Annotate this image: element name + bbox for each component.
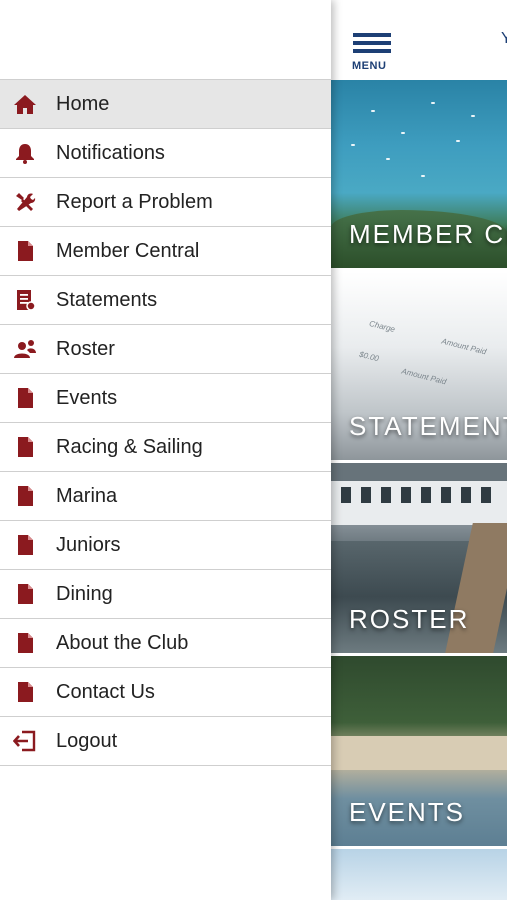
drawer-item-juniors[interactable]: Juniors	[0, 521, 331, 570]
statement-icon	[13, 289, 37, 311]
tile-caption: STATEMENTS	[349, 411, 507, 441]
drawer-item-notifications[interactable]: Notifications	[0, 129, 331, 178]
drawer-item-roster[interactable]: Roster	[0, 325, 331, 374]
menu-button[interactable]: MENU	[351, 31, 393, 75]
drawer-item-home[interactable]: Home	[0, 79, 331, 129]
drawer-item-label: Marina	[56, 485, 118, 507]
document-icon	[13, 632, 37, 654]
menu-label: MENU	[352, 60, 387, 72]
drawer-item-label: Home	[56, 93, 110, 115]
drawer-item-label: Juniors	[56, 534, 121, 556]
drawer-item-events[interactable]: Events	[0, 374, 331, 423]
drawer-item-label: Logout	[56, 730, 118, 752]
drawer-item-contact-us[interactable]: Contact Us	[0, 668, 331, 717]
home-icon	[13, 93, 37, 115]
tile-caption: MEMBER CENTRAL	[349, 219, 507, 249]
drawer-item-label: Contact Us	[56, 681, 155, 703]
tile-caption: ROSTER	[349, 604, 470, 634]
logout-icon	[13, 730, 37, 752]
bell-icon	[13, 142, 37, 164]
app-title: Y	[501, 30, 507, 47]
drawer-item-label: Report a Problem	[56, 191, 213, 213]
drawer-item-label: Dining	[56, 583, 113, 605]
document-icon	[13, 387, 37, 409]
drawer-item-label: Notifications	[56, 142, 165, 164]
drawer-item-report-a-problem[interactable]: Report a Problem	[0, 178, 331, 227]
drawer-item-racing-and-sailing[interactable]: Racing & Sailing	[0, 423, 331, 472]
document-icon	[13, 485, 37, 507]
document-icon	[13, 240, 37, 262]
drawer-item-label: About the Club	[56, 632, 189, 654]
hamburger-icon	[353, 33, 391, 37]
drawer-item-logout[interactable]: Logout	[0, 717, 331, 766]
drawer-item-label: Roster	[56, 338, 115, 360]
tile-more[interactable]	[331, 849, 507, 900]
home-screen: MENU Y MEMBER CENTRAL Charge Amount Paid…	[331, 0, 507, 900]
tile-caption: EVENTS	[349, 797, 466, 827]
tile-statements[interactable]: Charge Amount Paid $0.00 Amount Paid STA…	[331, 272, 507, 460]
drawer-menu-list: Home Notifications Report a Problem Member …	[0, 79, 331, 766]
drawer-item-member-central[interactable]: Member Central	[0, 227, 331, 276]
tools-icon	[13, 191, 37, 213]
document-icon	[13, 583, 37, 605]
drawer-item-marina[interactable]: Marina	[0, 472, 331, 521]
people-icon	[13, 338, 37, 360]
tile-roster[interactable]: ROSTER	[331, 463, 507, 653]
drawer-item-about-the-club[interactable]: About the Club	[0, 619, 331, 668]
document-icon	[13, 436, 37, 458]
top-bar: MENU Y	[331, 0, 507, 80]
drawer-item-label: Events	[56, 387, 118, 409]
navigation-drawer: Home Notifications Report a Problem Member …	[0, 0, 331, 900]
document-icon	[13, 681, 37, 703]
drawer-item-statements[interactable]: Statements	[0, 276, 331, 325]
drawer-item-dining[interactable]: Dining	[0, 570, 331, 619]
drawer-item-label: Member Central	[56, 240, 200, 262]
tile-events[interactable]: EVENTS	[331, 656, 507, 846]
document-icon	[13, 534, 37, 556]
tile-member-central[interactable]: MEMBER CENTRAL	[331, 80, 507, 268]
drawer-item-label: Racing & Sailing	[56, 436, 203, 458]
drawer-item-label: Statements	[56, 289, 158, 311]
